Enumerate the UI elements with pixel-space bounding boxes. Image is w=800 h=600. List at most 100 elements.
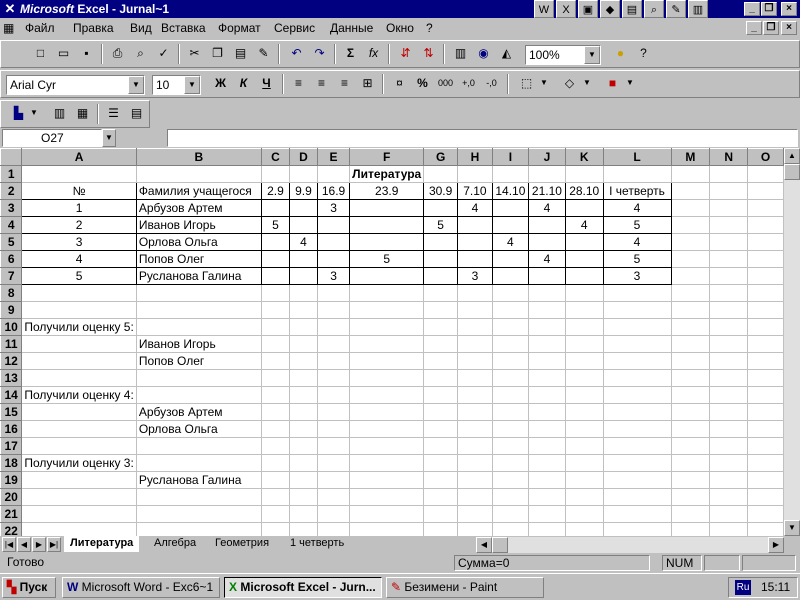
scroll-down-arrow-icon[interactable]: ▼: [784, 520, 800, 536]
cell[interactable]: [316, 335, 351, 353]
cell[interactable]: [747, 301, 784, 319]
paste-icon[interactable]: ▤: [229, 43, 252, 65]
cell[interactable]: [288, 420, 318, 438]
cell[interactable]: [670, 199, 711, 217]
fill-color-icon[interactable]: ◇: [558, 73, 581, 95]
merge-center-icon[interactable]: ⊞: [356, 73, 379, 95]
cell[interactable]: [564, 488, 604, 506]
table-cell[interactable]: 3: [316, 267, 351, 285]
table-cell[interactable]: [457, 216, 493, 234]
row-header[interactable]: 2: [0, 182, 23, 200]
cell[interactable]: [709, 284, 749, 302]
table-cell[interactable]: [491, 267, 529, 285]
table-cell[interactable]: [564, 250, 604, 268]
cell[interactable]: [316, 284, 351, 302]
row-header[interactable]: 19: [0, 471, 23, 489]
table-cell[interactable]: Иванов Игорь: [135, 216, 262, 234]
table-cell[interactable]: [457, 250, 493, 268]
row-header[interactable]: 15: [0, 403, 23, 421]
column-header[interactable]: J: [527, 148, 566, 166]
cell[interactable]: [457, 165, 493, 183]
cell[interactable]: [288, 386, 318, 404]
cell[interactable]: [21, 352, 137, 370]
row-header[interactable]: 16: [0, 420, 23, 438]
cell[interactable]: [288, 335, 318, 353]
cell[interactable]: [670, 301, 711, 319]
name-box[interactable]: O27: [2, 129, 102, 147]
cell[interactable]: [709, 301, 749, 319]
cell[interactable]: [527, 165, 566, 183]
cell[interactable]: [670, 369, 711, 387]
cell[interactable]: [491, 437, 529, 455]
cell[interactable]: [527, 437, 566, 455]
map-globe-icon[interactable]: ◉: [472, 43, 495, 65]
function-wizard-icon[interactable]: fx: [362, 43, 385, 65]
cell[interactable]: [527, 471, 566, 489]
start-button[interactable]: ▚ Пуск: [2, 577, 56, 598]
cell[interactable]: [260, 471, 290, 489]
cell[interactable]: [21, 522, 137, 536]
cell[interactable]: [457, 318, 493, 336]
row-header[interactable]: 17: [0, 437, 23, 455]
cell[interactable]: [709, 369, 749, 387]
cell[interactable]: [423, 352, 459, 370]
cell[interactable]: [135, 301, 262, 319]
cell[interactable]: [602, 369, 672, 387]
cell[interactable]: [21, 165, 137, 183]
cell[interactable]: [602, 403, 672, 421]
cell[interactable]: [602, 284, 672, 302]
scroll-left-arrow-icon[interactable]: ◀: [476, 537, 492, 553]
cell[interactable]: [260, 505, 290, 523]
cell[interactable]: [260, 165, 290, 183]
cell[interactable]: [288, 318, 318, 336]
cell[interactable]: [709, 250, 749, 268]
open-folder-icon[interactable]: ▭: [52, 43, 75, 65]
cell[interactable]: [670, 233, 711, 251]
table-cell[interactable]: 3: [602, 267, 672, 285]
cell[interactable]: [349, 301, 425, 319]
chevron-down-icon[interactable]: ▼: [102, 129, 116, 147]
cell[interactable]: [288, 284, 318, 302]
tab-geometria[interactable]: Геометрия: [209, 536, 275, 552]
excel-x-icon[interactable]: ✕: [2, 1, 18, 17]
cell[interactable]: [423, 471, 459, 489]
title-bar[interactable]: ✕ Microsoft Excel - Jurnal~1 W X ▣ ◆ ▤ ⌕…: [0, 0, 800, 18]
table-cell[interactable]: [316, 250, 351, 268]
cell[interactable]: [491, 505, 529, 523]
cell[interactable]: [288, 488, 318, 506]
binder-shortcut-icon[interactable]: ▥: [688, 0, 708, 18]
cell[interactable]: [670, 386, 711, 404]
cell[interactable]: [527, 284, 566, 302]
table-cell[interactable]: 5: [602, 216, 672, 234]
legend-icon[interactable]: ▤: [125, 103, 148, 125]
copy-icon[interactable]: ❐: [206, 43, 229, 65]
cell[interactable]: [288, 505, 318, 523]
cell[interactable]: [709, 318, 749, 336]
cell[interactable]: [709, 267, 749, 285]
cell[interactable]: [316, 505, 351, 523]
cell[interactable]: [21, 403, 137, 421]
cell[interactable]: [602, 386, 672, 404]
cell[interactable]: [491, 301, 529, 319]
table-cell[interactable]: [349, 267, 425, 285]
cell[interactable]: [491, 369, 529, 387]
cell[interactable]: [260, 284, 290, 302]
table-cell[interactable]: [288, 267, 318, 285]
table-cell[interactable]: 1: [21, 199, 137, 217]
cell[interactable]: [709, 522, 749, 536]
cell[interactable]: [316, 318, 351, 336]
language-indicator[interactable]: Ru: [735, 580, 751, 595]
align-left-icon[interactable]: ≡: [287, 73, 310, 95]
table-cell[interactable]: 4: [602, 199, 672, 217]
menu-view[interactable]: Вид: [127, 20, 155, 36]
cell[interactable]: [527, 352, 566, 370]
cell[interactable]: [747, 454, 784, 472]
table-cell[interactable]: [260, 233, 290, 251]
task-word[interactable]: W Microsoft Word - Exc6~1: [62, 577, 220, 598]
cell[interactable]: [260, 335, 290, 353]
access-shortcut-icon[interactable]: ◆: [600, 0, 620, 18]
cell[interactable]: [135, 284, 262, 302]
summary-name[interactable]: Попов Олег: [135, 352, 262, 370]
cell[interactable]: [670, 216, 711, 234]
cell[interactable]: [564, 165, 604, 183]
